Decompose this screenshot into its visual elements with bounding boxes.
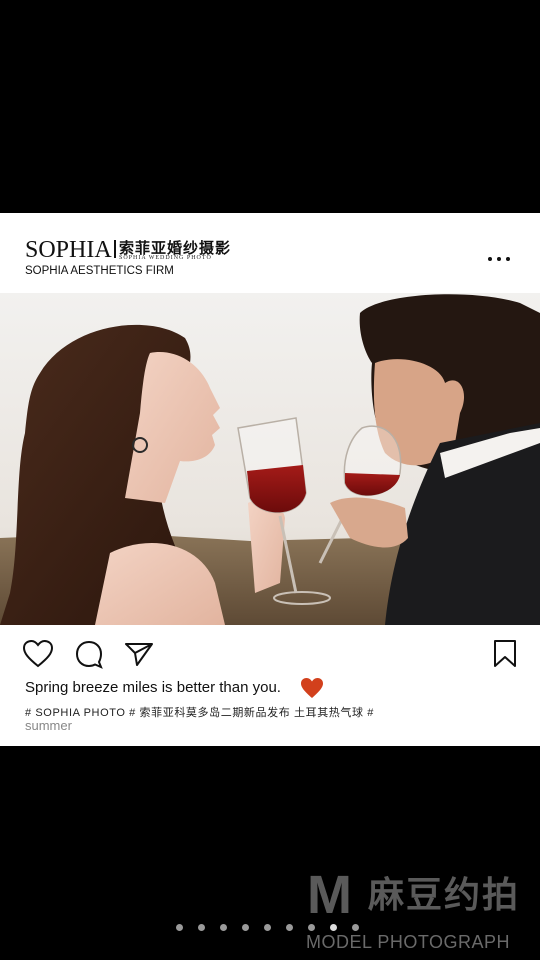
couple-wine-photo [0, 293, 540, 625]
send-icon[interactable] [124, 641, 154, 672]
firm-name: SOPHIA AESTHETICS FIRM [25, 265, 174, 277]
watermark-logo-letter: M [307, 865, 352, 925]
brand-subtitle: SOPHIA WEDDING PHOTO [119, 255, 212, 261]
post-card: SOPHIA 索菲亚婚纱摄影 SOPHIA WEDDING PHOTO SOPH… [0, 213, 540, 746]
pager-dot[interactable] [352, 924, 359, 931]
pager-dot-active[interactable] [330, 924, 337, 931]
hashtags-continued[interactable]: summer [25, 718, 72, 733]
post-header: SOPHIA 索菲亚婚纱摄影 SOPHIA WEDDING PHOTO SOPH… [0, 213, 540, 293]
pager-dot[interactable] [220, 924, 227, 931]
brand-logo-text[interactable]: SOPHIA [25, 237, 112, 264]
bookmark-icon[interactable] [493, 639, 517, 674]
hashtags[interactable]: # SOPHIA PHOTO # 索菲亚科莫多岛二期新品发布 土耳其热气球 # [25, 704, 374, 720]
pager-dot[interactable] [264, 924, 271, 931]
heart-outline-icon[interactable] [22, 639, 54, 674]
pager-dot[interactable] [242, 924, 249, 931]
post-caption: Spring breeze miles is better than you. [25, 679, 281, 696]
more-options-icon[interactable] [488, 253, 512, 263]
watermark-chinese: 麻豆约拍 [368, 875, 521, 916]
brand-divider [114, 240, 116, 258]
pager-dot[interactable] [308, 924, 315, 931]
pager-dot[interactable] [176, 924, 183, 931]
comment-icon[interactable] [74, 639, 104, 674]
pager-dot[interactable] [286, 924, 293, 931]
pager-dot[interactable] [198, 924, 205, 931]
heart-emoji-icon [300, 677, 324, 704]
post-actions [0, 639, 540, 673]
post-photo[interactable] [0, 293, 540, 625]
watermark-english: MODEL PHOTOGRAPH [306, 932, 511, 952]
